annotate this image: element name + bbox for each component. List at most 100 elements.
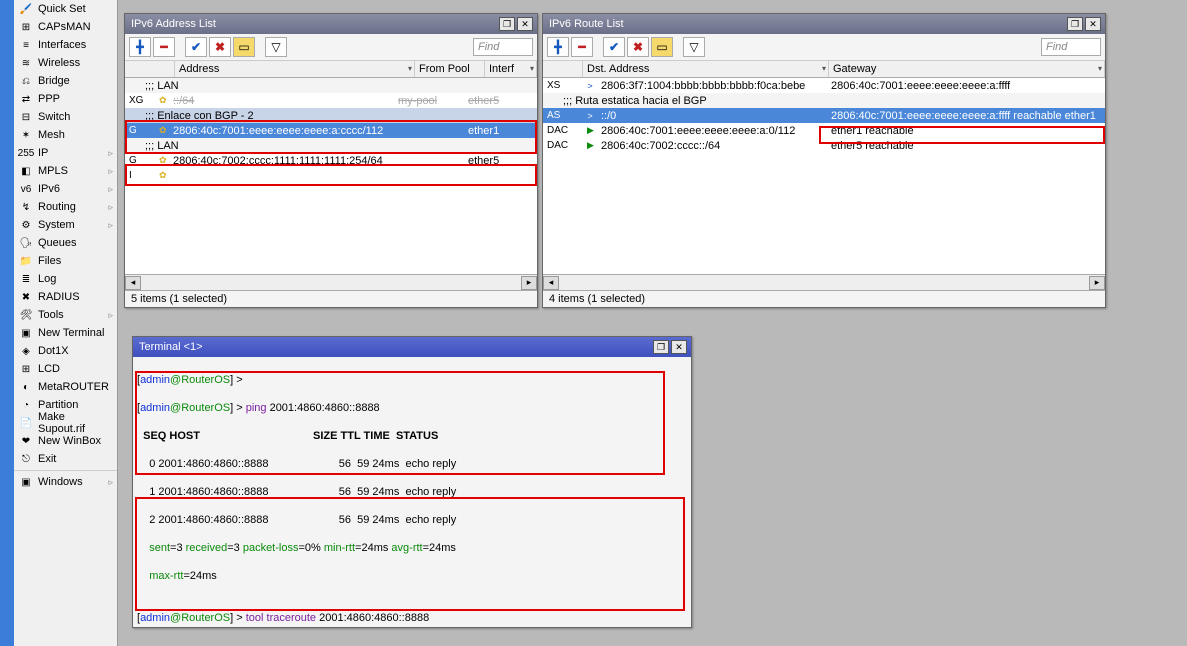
close-button[interactable]: ✕ <box>517 17 533 31</box>
row-tag: AS <box>543 110 583 121</box>
sidebar-item-metarouter[interactable]: ◐MetaROUTER <box>14 378 117 396</box>
sidebar-item-ip[interactable]: 255IP▹ <box>14 144 117 162</box>
sidebar-item-new-winbox[interactable]: ❤New WinBox <box>14 432 117 450</box>
scroll-left-icon[interactable]: ◂ <box>543 276 559 290</box>
row-tag: XG <box>125 95 155 106</box>
restore-button[interactable]: ❐ <box>1067 17 1083 31</box>
col-dst[interactable]: Dst. Address▾ <box>583 61 829 77</box>
sidebar-label: Make Supout.rif <box>38 411 113 435</box>
grid-body[interactable]: ;;; LANXG✿::/64my-poolether5;;; Enlace c… <box>125 78 537 274</box>
sidebar-icon: 🗣 <box>18 235 34 251</box>
chevron-right-icon: ▹ <box>108 184 113 195</box>
term-line: [admin@RouterOS] > tool traceroute 2001:… <box>137 611 687 625</box>
sidebar-icon: ⊞ <box>18 361 34 377</box>
sidebar-item-exit[interactable]: ⎋Exit <box>14 450 117 468</box>
remove-button[interactable]: ━ <box>571 37 593 57</box>
sidebar-item-queues[interactable]: 🗣Queues <box>14 234 117 252</box>
comment-row[interactable]: ;;; Ruta estatica hacia el BGP <box>543 93 1105 108</box>
sidebar-item-radius[interactable]: ✖RADIUS <box>14 288 117 306</box>
term-line: 2 2001:4860:4860::8888 56 59 24ms echo r… <box>137 513 687 527</box>
col-from-pool[interactable]: From Pool <box>415 61 485 77</box>
comment-row[interactable]: ;;; LAN <box>125 78 537 93</box>
sidebar-item-capsman[interactable]: ⊞CAPsMAN <box>14 18 117 36</box>
col-gateway[interactable]: Gateway▾ <box>829 61 1105 77</box>
enable-button[interactable]: ✔ <box>603 37 625 57</box>
filter-button[interactable]: ▽ <box>683 37 705 57</box>
window-titlebar[interactable]: Terminal <1> ❐ ✕ <box>133 337 691 357</box>
sidebar-icon: 🖌️ <box>18 1 34 17</box>
disable-button[interactable]: ✖ <box>627 37 649 57</box>
sidebar-label: Partition <box>38 399 113 411</box>
scrollbar-horizontal[interactable]: ◂ ▸ <box>543 274 1105 290</box>
terminal-window: Terminal <1> ❐ ✕ [admin@RouterOS] > [adm… <box>132 336 692 628</box>
sidebar-item-dot1x[interactable]: ◈Dot1X <box>14 342 117 360</box>
comment-button[interactable]: ▭ <box>233 37 255 57</box>
col-interface[interactable]: Interf▾ <box>485 61 537 77</box>
enable-button[interactable]: ✔ <box>185 37 207 57</box>
scrollbar-horizontal[interactable]: ◂ ▸ <box>125 274 537 290</box>
window-titlebar[interactable]: IPv6 Address List ❐ ✕ <box>125 14 537 34</box>
term-line: max-rtt=24ms <box>137 569 687 583</box>
sidebar-item-files[interactable]: 📁Files <box>14 252 117 270</box>
address-row[interactable]: I✿ <box>125 168 537 183</box>
remove-button[interactable]: ━ <box>153 37 175 57</box>
scroll-left-icon[interactable]: ◂ <box>125 276 141 290</box>
add-button[interactable]: ╋ <box>129 37 151 57</box>
sidebar-icon: ◔ <box>18 397 34 413</box>
sidebar-item-wireless[interactable]: ≋Wireless <box>14 54 117 72</box>
address-row[interactable]: G✿2806:40c:7001:eeee:eeee:eeee:a:cccc/11… <box>125 123 537 138</box>
find-input[interactable]: Find <box>473 38 533 56</box>
sidebar-item-bridge[interactable]: ⎌Bridge <box>14 72 117 90</box>
sidebar-item-ppp[interactable]: ⇄PPP <box>14 90 117 108</box>
grid-body[interactable]: XS>2806:3f7:1004:bbbb:bbbb:bbbb:f0ca:beb… <box>543 78 1105 274</box>
route-row[interactable]: DAC▶2806:40c:7002:cccc::/64ether5 reacha… <box>543 138 1105 153</box>
ipv6-route-list-window: IPv6 Route List ❐ ✕ ╋ ━ ✔ ✖ ▭ ▽ Find Dst… <box>542 13 1106 308</box>
vertical-title-bar <box>0 0 14 646</box>
sidebar-item-make-supout-rif[interactable]: 📄Make Supout.rif <box>14 414 117 432</box>
comment-row[interactable]: ;;; Enlace con BGP - 2 <box>125 108 537 123</box>
disable-button[interactable]: ✖ <box>209 37 231 57</box>
restore-button[interactable]: ❐ <box>653 340 669 354</box>
col-address[interactable]: Address▾ <box>175 61 415 77</box>
row-iface: ether1 <box>464 125 537 137</box>
sidebar-item-new-terminal[interactable]: ▣New Terminal <box>14 324 117 342</box>
col-flag[interactable] <box>543 61 583 77</box>
route-row[interactable]: XS>2806:3f7:1004:bbbb:bbbb:bbbb:f0ca:beb… <box>543 78 1105 93</box>
address-row[interactable]: XG✿::/64my-poolether5 <box>125 93 537 108</box>
sidebar-item-lcd[interactable]: ⊞LCD <box>14 360 117 378</box>
sidebar-item-ipv6[interactable]: v6IPv6▹ <box>14 180 117 198</box>
row-pool: my-pool <box>394 95 464 107</box>
sidebar-item-quick-set[interactable]: 🖌️Quick Set <box>14 0 117 18</box>
sidebar-item-switch[interactable]: ⊟Switch <box>14 108 117 126</box>
sidebar-item-log[interactable]: ≣Log <box>14 270 117 288</box>
term-line: sent=3 received=3 packet-loss=0% min-rtt… <box>137 541 687 555</box>
sidebar-item-mpls[interactable]: ◧MPLS▹ <box>14 162 117 180</box>
sidebar-label: Files <box>38 255 113 267</box>
sidebar-icon: ✶ <box>18 127 34 143</box>
comment-row[interactable]: ;;; LAN <box>125 138 537 153</box>
terminal-output[interactable]: [admin@RouterOS] > [admin@RouterOS] > pi… <box>133 357 691 627</box>
sidebar-item-mesh[interactable]: ✶Mesh <box>14 126 117 144</box>
col-flag[interactable] <box>125 61 175 77</box>
comment-button[interactable]: ▭ <box>651 37 673 57</box>
sidebar-item-tools[interactable]: 🛠Tools▹ <box>14 306 117 324</box>
address-row[interactable]: G✿2806:40c:7002:cccc:1111:1111:1111:254/… <box>125 153 537 168</box>
sidebar-item-routing[interactable]: ↯Routing▹ <box>14 198 117 216</box>
route-row[interactable]: DAC▶2806:40c:7001:eeee:eeee:eeee:a:0/112… <box>543 123 1105 138</box>
add-button[interactable]: ╋ <box>547 37 569 57</box>
close-button[interactable]: ✕ <box>1085 17 1101 31</box>
route-row[interactable]: AS>::/02806:40c:7001:eeee:eeee:eeee:a:ff… <box>543 108 1105 123</box>
scroll-right-icon[interactable]: ▸ <box>521 276 537 290</box>
sidebar-item-system[interactable]: ⚙System▹ <box>14 216 117 234</box>
chevron-right-icon: ▹ <box>108 148 113 159</box>
filter-button[interactable]: ▽ <box>265 37 287 57</box>
row-gw: 2806:40c:7001:eeee:eeee:eeee:a:ffff <box>827 80 1105 92</box>
close-button[interactable]: ✕ <box>671 340 687 354</box>
sidebar-item-interfaces[interactable]: ≡Interfaces <box>14 36 117 54</box>
window-titlebar[interactable]: IPv6 Route List ❐ ✕ <box>543 14 1105 34</box>
sidebar-item-windows[interactable]: ▣Windows▹ <box>14 473 117 491</box>
find-input[interactable]: Find <box>1041 38 1101 56</box>
scroll-right-icon[interactable]: ▸ <box>1089 276 1105 290</box>
restore-button[interactable]: ❐ <box>499 17 515 31</box>
row-tag: DAC <box>543 125 583 136</box>
